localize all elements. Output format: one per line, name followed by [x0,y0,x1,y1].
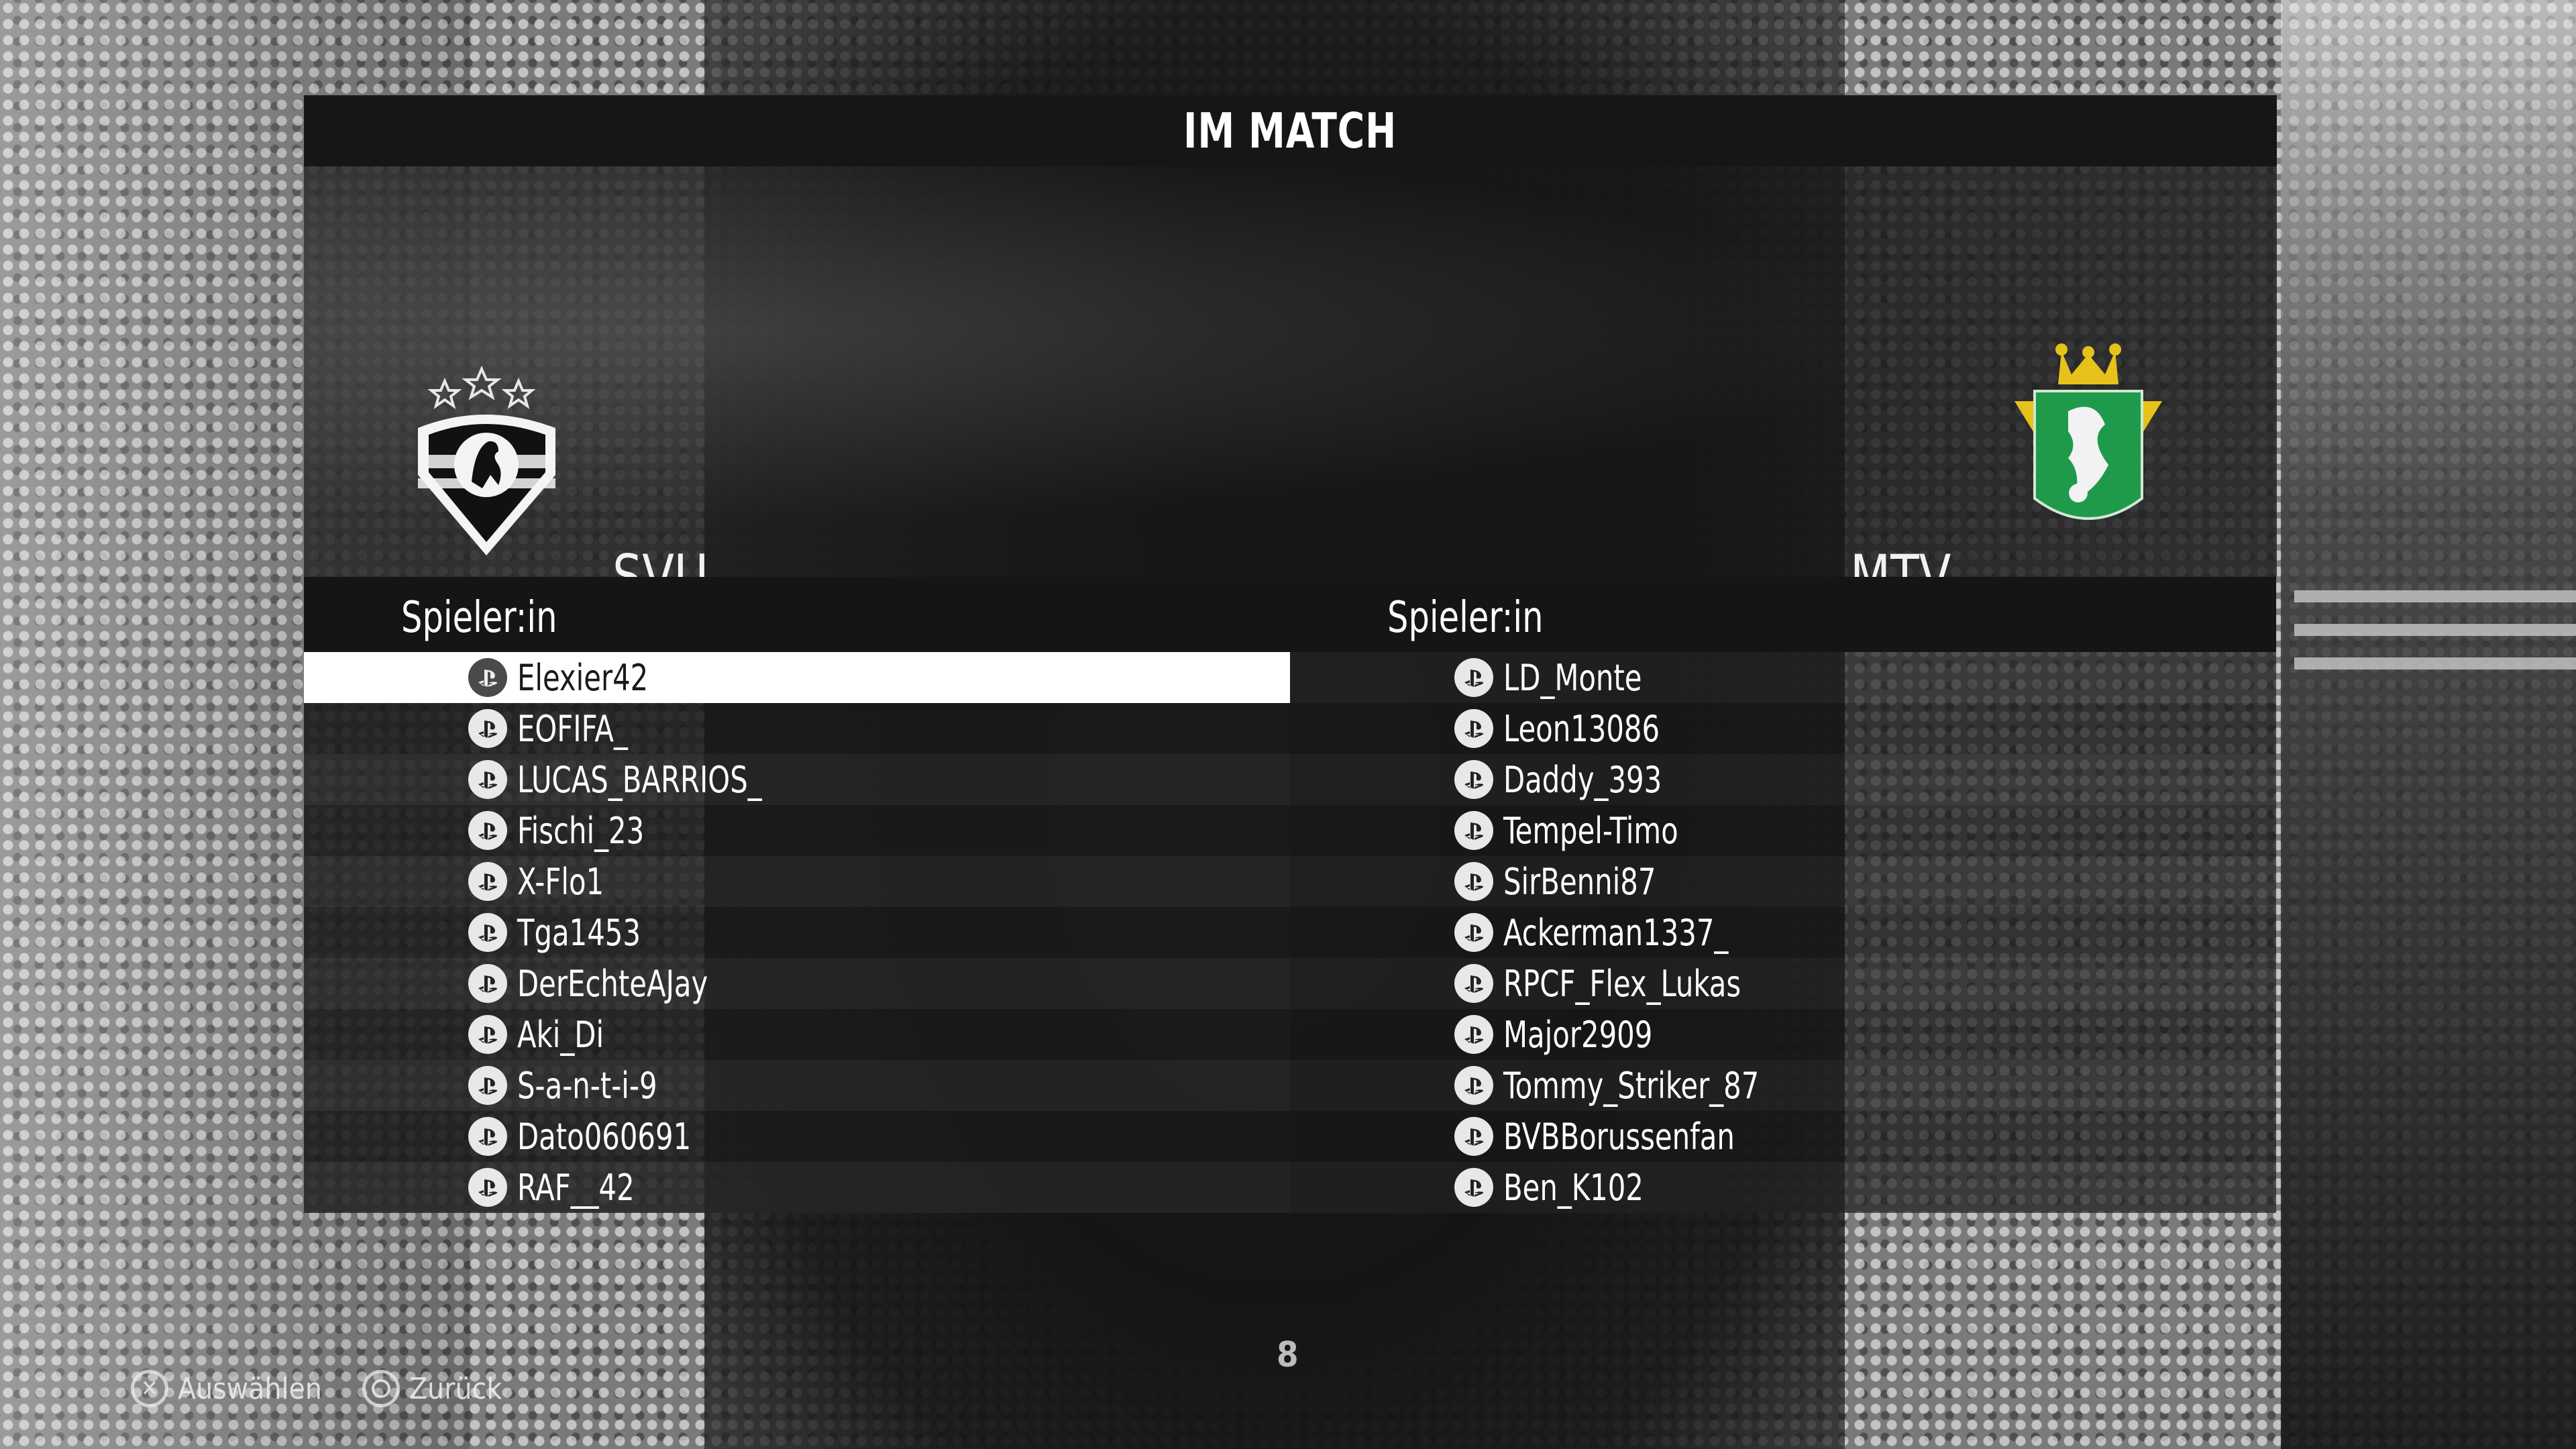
home-player-list: Elexier42 EOFIFA_ LUCAS_BARRIOS_ Fischi_23 X… [304,652,1290,1213]
home-player-row[interactable]: Fischi_23 [304,805,1290,856]
away-player-name: Ben_K102 [1503,1166,1644,1209]
home-player-name: X-Flo1 [517,860,604,903]
match-panel: IM MATCH SVU MTV Spie [304,95,2277,1221]
playstation-icon [1454,811,1493,850]
playstation-icon [1454,862,1493,901]
away-player-row[interactable]: Ackerman1337_ [1290,907,2276,958]
playstation-icon [1454,964,1493,1003]
away-player-row[interactable]: SirBenni87 [1290,856,2276,907]
playstation-icon [1454,1117,1493,1156]
playstation-icon [468,1168,507,1207]
background-rail [2294,624,2576,636]
away-player-name: Ackerman1337_ [1503,911,1729,954]
playstation-icon [468,964,507,1003]
playstation-icon [1454,1015,1493,1054]
teams-banner: SVU MTV [304,166,2277,611]
home-player-row[interactable]: EOFIFA_ [304,703,1290,754]
playstation-icon [1454,1168,1493,1207]
background-rail [2294,657,2576,669]
home-player-row[interactable]: Aki_Di [304,1009,1290,1060]
select-hint[interactable]: ✕ Auswählen [131,1370,322,1407]
back-hint[interactable]: Zurück [362,1370,502,1407]
home-player-name: Elexier42 [517,656,649,699]
playstation-icon [468,862,507,901]
away-player-row[interactable]: Major2909 [1290,1009,2276,1060]
home-player-name: EOFIFA_ [517,707,628,750]
playstation-icon [1454,658,1493,697]
away-player-row[interactable]: Daddy_393 [1290,754,2276,805]
select-label: Auswählen [178,1371,322,1406]
playstation-icon [468,811,507,850]
away-player-name: Tempel-Timo [1503,809,1678,852]
away-table-header: Spieler:in [1290,577,2276,652]
playstation-icon [1454,913,1493,952]
away-player-name: Tommy_Striker_87 [1503,1064,1760,1107]
playstation-icon [1454,1066,1493,1105]
home-player-row[interactable]: LUCAS_BARRIOS_ [304,754,1290,805]
home-player-name: Tga1453 [517,911,641,954]
playstation-icon [468,658,507,697]
away-player-list: LD_Monte Leon13086 Daddy_393 Tempel-Timo Sir… [1290,652,2276,1213]
button-hints: ✕ Auswählen Zurück [131,1370,542,1407]
playstation-icon [468,1066,507,1105]
home-player-name: Fischi_23 [517,809,645,852]
away-player-row[interactable]: Ben_K102 [1290,1162,2276,1213]
playstation-icon [468,760,507,799]
home-player-row[interactable]: Dato060691 [304,1111,1290,1162]
background-rail [2294,590,2576,602]
away-player-name: Daddy_393 [1503,758,1662,801]
away-player-name: SirBenni87 [1503,860,1656,903]
cross-button-icon: ✕ [131,1370,168,1407]
home-player-name: LUCAS_BARRIOS_ [517,758,762,801]
playstation-icon [1454,760,1493,799]
away-player-name: BVBBorussenfan [1503,1115,1735,1158]
away-player-table: Spieler:in LD_Monte Leon13086 Daddy_393 Tem… [1290,577,2276,1221]
home-player-row[interactable]: RAF__42 [304,1162,1290,1213]
title-bar: IM MATCH [304,95,2277,166]
home-player-row[interactable]: Elexier42 [304,652,1290,703]
home-player-name: Aki_Di [517,1013,604,1056]
away-column-header: Spieler:in [1387,593,1544,643]
circle-button-icon [362,1370,400,1407]
away-player-row[interactable]: RPCF_Flex_Lukas [1290,958,2276,1009]
home-player-name: DerEchteAJay [517,962,708,1005]
away-player-name: Major2909 [1503,1013,1653,1056]
playstation-icon [468,913,507,952]
home-table-header: Spieler:in [304,577,1290,652]
playstation-icon [468,1117,507,1156]
home-player-row[interactable]: Tga1453 [304,907,1290,958]
back-label: Zurück [409,1371,502,1406]
away-player-name: Leon13086 [1503,707,1660,750]
home-player-name: S-a-n-t-i-9 [517,1064,657,1107]
home-player-name: RAF__42 [517,1166,635,1209]
page-number: 8 [1277,1335,1299,1375]
away-player-row[interactable]: Tommy_Striker_87 [1290,1060,2276,1111]
home-player-table: Spieler:in Elexier42 EOFIFA_ LUCAS_BARRIOS… [304,577,1290,1221]
background-right-shade [2281,0,2576,1449]
away-player-row[interactable]: Leon13086 [1290,703,2276,754]
home-player-row[interactable]: DerEchteAJay [304,958,1290,1009]
away-player-row[interactable]: Tempel-Timo [1290,805,2276,856]
page-title: IM MATCH [1183,103,1397,159]
home-player-row[interactable]: X-Flo1 [304,856,1290,907]
away-team-crest-icon [2015,343,2162,520]
playstation-icon [1454,709,1493,748]
home-player-row[interactable]: S-a-n-t-i-9 [304,1060,1290,1111]
playstation-icon [468,709,507,748]
away-player-row[interactable]: LD_Monte [1290,652,2276,703]
away-player-name: RPCF_Flex_Lukas [1503,962,1741,1005]
home-column-header: Spieler:in [401,593,557,643]
away-player-name: LD_Monte [1503,656,1642,699]
playstation-icon [468,1015,507,1054]
home-player-name: Dato060691 [517,1115,692,1158]
away-player-row[interactable]: BVBBorussenfan [1290,1111,2276,1162]
home-team-crest-icon [418,366,555,555]
